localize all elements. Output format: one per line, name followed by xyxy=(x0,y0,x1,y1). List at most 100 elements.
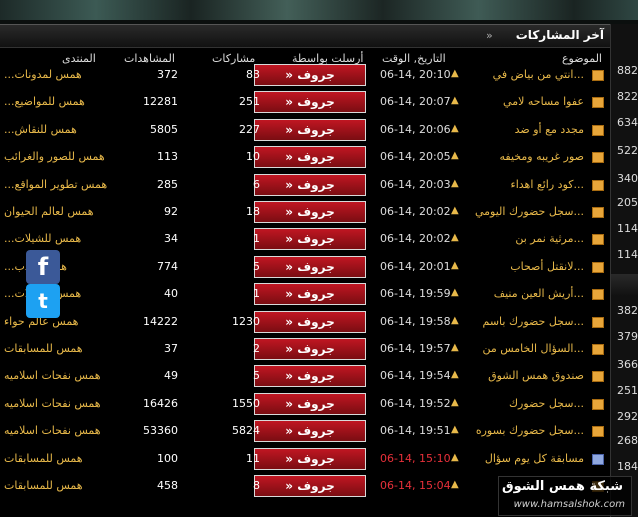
topic-link[interactable]: سجل حضورك بسوره... xyxy=(476,424,584,437)
view-count: 40 xyxy=(164,287,178,301)
folder-icon xyxy=(592,234,604,246)
logo-url: www.hamsalshok.com xyxy=(513,499,625,510)
poster-badge[interactable]: » جروف xyxy=(254,310,366,333)
view-count: 372 xyxy=(157,68,178,81)
poster-badge[interactable]: » جروف xyxy=(254,146,366,169)
topic-link[interactable]: سجل حضورك باسم... xyxy=(483,315,585,328)
triangle-icon: ▲ xyxy=(451,205,459,216)
topic-link[interactable]: عفوا مساحه لامي xyxy=(503,95,584,108)
triangle-icon: ▲ xyxy=(451,232,459,244)
poster-badge[interactable]: » جروف xyxy=(254,173,366,196)
post-count: 8 xyxy=(253,479,260,492)
folder-icon xyxy=(592,70,604,81)
side-number: 2685 xyxy=(617,434,638,447)
folder-icon xyxy=(592,371,604,383)
view-count: 34 xyxy=(164,232,178,246)
table-row: مجدد مع أو ضد ▲ 06-14, 20:06 » جروف 227 5805 ه… xyxy=(0,117,610,144)
topic-link[interactable]: لانقتل أصحاب... xyxy=(510,260,584,273)
forum-link[interactable]: همس للمسابقات xyxy=(4,342,110,355)
table-row: انتي من بياض في... ▲ 06-14, 20:10 » جروف 83 3… xyxy=(0,62,610,89)
side-number: 3798 xyxy=(617,330,638,343)
topic-link[interactable]: مجدد مع أو ضد xyxy=(515,123,584,136)
table-row: سجل حضورك... ▲ 06-14, 19:52 » جروف 1550 16426… xyxy=(0,391,610,418)
forum-link[interactable]: همس للمواضيع... xyxy=(4,95,110,108)
forum-link[interactable]: همس نفحات اسلاميه xyxy=(4,397,110,410)
topic-link[interactable]: مسابقة كل يوم سؤال xyxy=(485,452,584,465)
post-date: 06-14, 19:54 xyxy=(380,369,451,383)
forum-link[interactable]: همس نفحات اسلاميه xyxy=(4,369,110,382)
forum-link[interactable]: همس للصور والغرائب xyxy=(4,150,110,163)
view-count: 113 xyxy=(157,150,178,164)
side-number: 6341 xyxy=(617,116,638,129)
post-date: 06-14, 15:04 xyxy=(380,479,451,492)
triangle-icon: ▲ xyxy=(451,150,459,162)
side-number: 2514 xyxy=(617,384,638,397)
poster-badge[interactable]: » جروف xyxy=(254,365,366,388)
view-count: 16426 xyxy=(143,396,178,410)
post-date: 06-14, 20:10 xyxy=(380,68,451,81)
forum-link[interactable]: همس للنقاش... xyxy=(4,123,110,136)
topic-link[interactable]: سجل حضورك اليومي... xyxy=(475,205,584,218)
poster-badge[interactable]: » جروف xyxy=(254,228,366,251)
post-date: 06-14, 20:02 xyxy=(380,232,451,246)
forum-link[interactable]: همس لمدونات... xyxy=(4,68,110,81)
post-count: 6 xyxy=(253,177,260,191)
post-count: 11 xyxy=(246,451,260,465)
poster-badge[interactable]: » جروف xyxy=(254,420,366,443)
side-number: 3822 xyxy=(617,304,638,317)
post-count: 5824 xyxy=(232,424,260,438)
triangle-icon: ▲ xyxy=(451,424,459,436)
triangle-icon: ▲ xyxy=(451,451,459,463)
folder-icon xyxy=(592,344,604,355)
topic-link[interactable]: صندوق همس الشوق xyxy=(488,369,584,382)
poster-badge[interactable]: » جروف xyxy=(254,283,366,306)
poster-badge[interactable]: » جروف xyxy=(254,64,366,86)
poster-badge[interactable]: » جروف xyxy=(254,392,366,415)
post-date: 06-14, 15:10 xyxy=(380,451,451,465)
facebook-icon[interactable]: f xyxy=(26,250,60,284)
folder-icon xyxy=(592,261,604,273)
topic-link[interactable]: انتي من بياض في... xyxy=(493,68,584,81)
poster-badge[interactable]: » جروف xyxy=(254,447,366,470)
table-row: صور غريبه ومخيفه ▲ 06-14, 20:05 » جروف 10 113… xyxy=(0,144,610,171)
topic-link[interactable]: أريش العين منيف... xyxy=(494,287,584,300)
table-row: عفوا مساحه لامي ▲ 06-14, 20:07 » جروف 251 122… xyxy=(0,89,610,116)
twitter-icon[interactable]: t xyxy=(26,284,60,318)
folder-icon xyxy=(592,207,604,218)
table-row: لانقتل أصحاب...▲06-14, 20:01» جروف5774هم… xyxy=(0,254,610,281)
post-date: 06-14, 20:06 xyxy=(380,122,451,136)
post-count: 5 xyxy=(253,259,260,273)
folder-icon xyxy=(592,124,604,136)
forum-link[interactable]: همس تطوير المواقع... xyxy=(4,178,110,191)
forum-link[interactable]: همس لعالم الحيوان xyxy=(4,205,110,218)
poster-badge[interactable]: » جروف xyxy=(254,118,366,141)
poster-badge[interactable]: » جروف xyxy=(254,255,366,278)
forum-link[interactable]: همس للمسابقات xyxy=(4,452,110,465)
topic-link[interactable]: صور غريبه ومخيفه xyxy=(499,150,584,163)
view-count: 92 xyxy=(164,205,178,218)
topic-link[interactable]: كود رائع اهداء... xyxy=(511,178,584,191)
forum-link[interactable]: همس للمسابقات xyxy=(4,479,110,492)
poster-badge[interactable]: » جروف xyxy=(254,91,366,114)
section-title: آخر المشاركات xyxy=(515,28,604,42)
post-date: 06-14, 20:03 xyxy=(380,177,451,191)
topic-link[interactable]: مرثية نمر بن... xyxy=(515,232,584,245)
side-number: 8226 xyxy=(617,90,638,103)
chevron-icon[interactable]: » xyxy=(486,29,493,42)
post-date: 06-14, 19:57 xyxy=(380,342,451,355)
folder-icon xyxy=(592,179,604,191)
topic-link[interactable]: السؤال الخامس من... xyxy=(483,342,585,355)
poster-badge[interactable]: » جروف xyxy=(254,338,366,360)
folder-icon xyxy=(592,398,604,410)
side-column: 8826 8226 6341 5220 3402 2055 1141 1140 3822 3798… xyxy=(610,24,638,517)
post-count: 18 xyxy=(246,205,260,218)
side-number: 1140 xyxy=(617,248,638,261)
post-count: 10 xyxy=(246,150,260,164)
post-date: 06-14, 20:02 xyxy=(380,205,451,218)
forum-link[interactable]: همس نفحات اسلاميه xyxy=(4,424,110,437)
topic-link[interactable]: سجل حضورك... xyxy=(509,397,584,410)
poster-badge[interactable]: » جروف xyxy=(254,475,366,497)
forum-link[interactable]: همس للشيلات... xyxy=(4,232,110,245)
poster-badge[interactable]: » جروف xyxy=(254,201,366,223)
view-count: 5805 xyxy=(150,122,178,136)
